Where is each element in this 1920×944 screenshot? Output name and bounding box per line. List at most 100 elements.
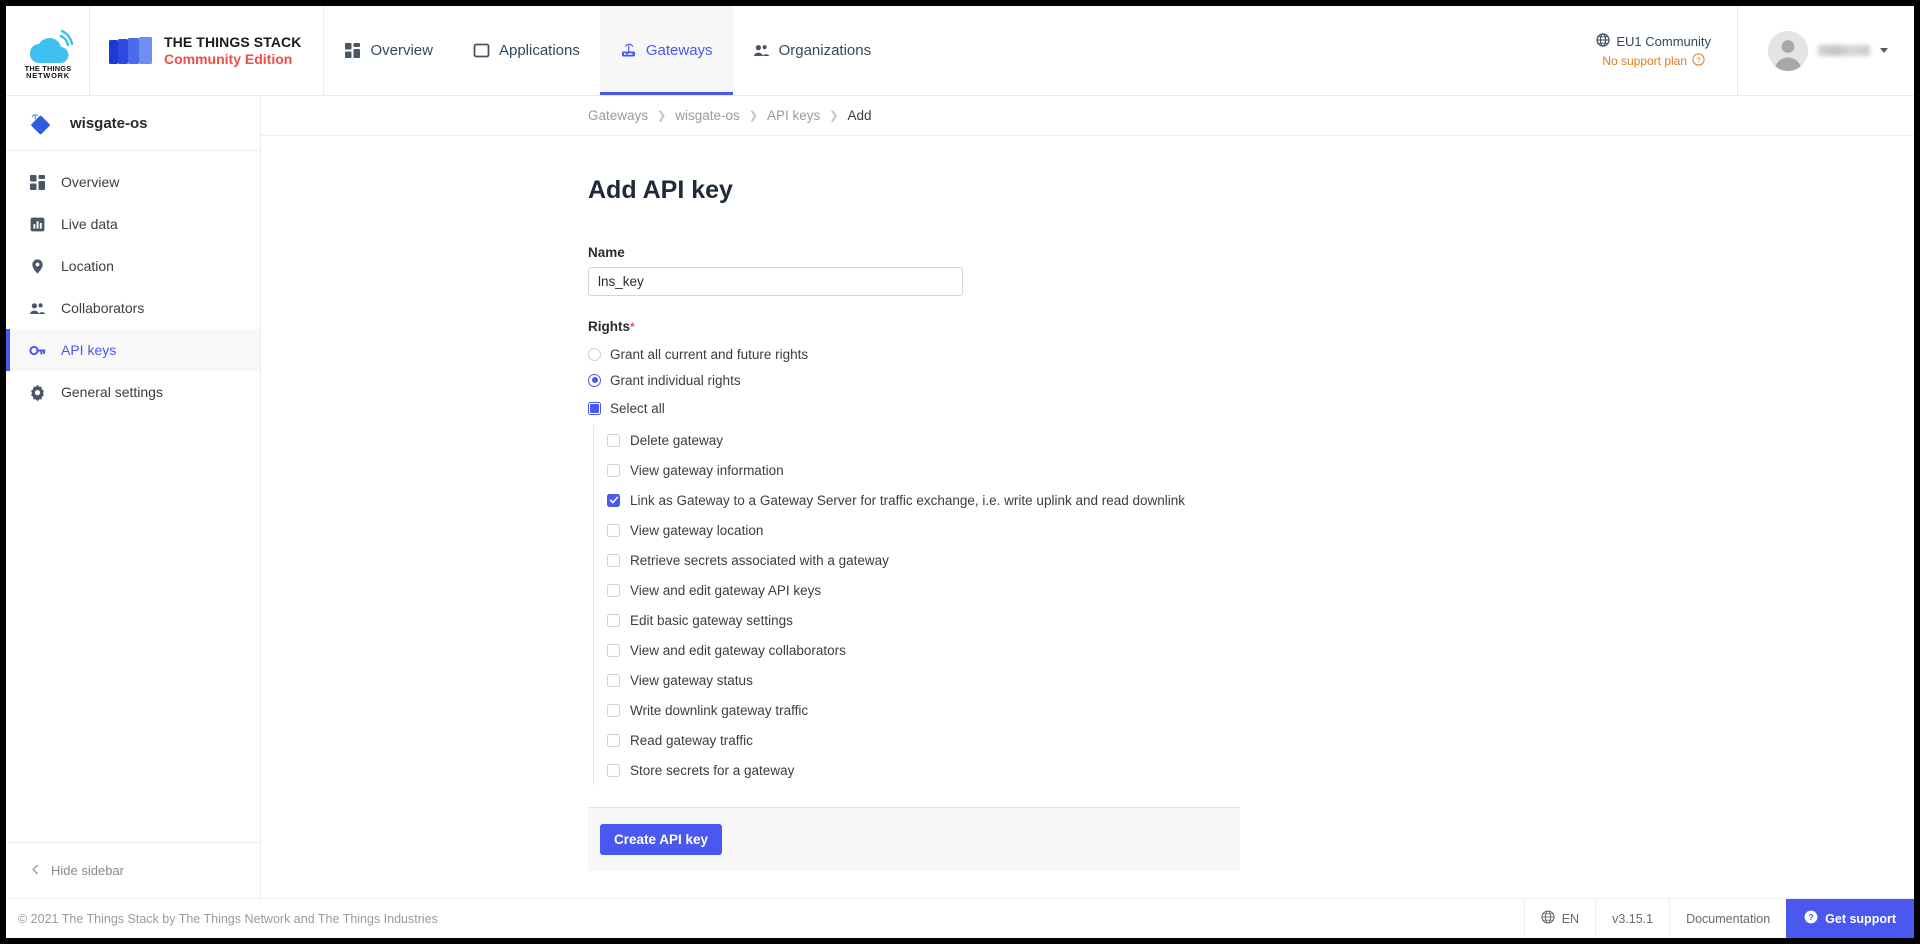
hide-sidebar-button[interactable]: Hide sidebar xyxy=(6,842,260,898)
checkbox-icon[interactable] xyxy=(607,733,620,747)
right-label: Store secrets for a gateway xyxy=(630,762,795,778)
cluster-info: EU1 Community No support plan ? xyxy=(1570,6,1737,95)
chevron-down-icon[interactable] xyxy=(1880,48,1888,53)
right-row-retrieve-secrets[interactable]: Retrieve secrets associated with a gatew… xyxy=(602,545,1240,575)
right-label: View gateway information xyxy=(630,462,784,478)
right-label: View gateway location xyxy=(630,522,764,538)
footer-bar: © 2021 The Things Stack by The Things Ne… xyxy=(6,898,1914,938)
right-row-store-secrets[interactable]: Store secrets for a gateway xyxy=(602,755,1240,785)
radio-label: Grant individual rights xyxy=(610,372,741,388)
location-pin-icon xyxy=(28,257,46,275)
right-row-edit-basic-settings[interactable]: Edit basic gateway settings xyxy=(602,605,1240,635)
checkbox-icon[interactable] xyxy=(607,523,620,537)
right-row-delete-gateway[interactable]: Delete gateway xyxy=(602,425,1240,455)
radio-grant-individual[interactable]: Grant individual rights xyxy=(588,367,1240,393)
breadcrumb-separator: ❯ xyxy=(829,110,839,122)
checkbox-icon[interactable] xyxy=(607,463,620,477)
user-menu[interactable] xyxy=(1737,6,1914,95)
right-row-view-edit-collaborators[interactable]: View and edit gateway collaborators xyxy=(602,635,1240,665)
name-input[interactable] xyxy=(588,267,963,296)
sidebar-item-collaborators[interactable]: Collaborators xyxy=(6,287,260,329)
avatar-icon xyxy=(1768,30,1808,71)
right-label: View and edit gateway collaborators xyxy=(630,642,846,658)
right-row-view-gateway-status[interactable]: View gateway status xyxy=(602,665,1240,695)
checkbox-icon[interactable] xyxy=(607,703,620,717)
radio-icon-checked[interactable] xyxy=(588,373,601,387)
breadcrumb-item-wisgate-os[interactable]: wisgate-os xyxy=(675,108,740,123)
sidebar-item-live-data[interactable]: Live data xyxy=(6,203,260,245)
right-row-view-edit-api-keys[interactable]: View and edit gateway API keys xyxy=(602,575,1240,605)
app-body: wisgate-os Overview Live data Location C… xyxy=(6,96,1914,898)
select-all-label: Select all xyxy=(610,400,665,416)
checkbox-icon[interactable] xyxy=(607,763,620,777)
app-window: THE THINGS NETWORK THE THINGS STACK Comm… xyxy=(6,6,1914,938)
footer-documentation-label: Documentation xyxy=(1686,911,1771,926)
right-row-view-gateway-information[interactable]: View gateway information xyxy=(602,455,1240,485)
breadcrumb-item-gateways[interactable]: Gateways xyxy=(588,108,648,123)
right-label: Write downlink gateway traffic xyxy=(630,702,809,718)
checkbox-indeterminate-icon[interactable] xyxy=(588,401,601,415)
page-content: Add API key Name Rights* Grant all curre… xyxy=(261,136,1914,898)
nav-label-applications: Applications xyxy=(498,42,580,59)
main-content: Gateways ❯ wisgate-os ❯ API keys ❯ Add A… xyxy=(261,96,1914,898)
checkbox-checked-icon[interactable] xyxy=(607,493,620,507)
the-things-stack-logo-cell[interactable]: THE THINGS STACK Community Edition xyxy=(90,6,325,95)
sidebar-item-overview[interactable]: Overview xyxy=(6,161,260,203)
radio-grant-all[interactable]: Grant all current and future rights xyxy=(588,341,1240,367)
right-row-link-as-gateway[interactable]: Link as Gateway to a Gateway Server for … xyxy=(602,485,1240,515)
nav-item-gateways[interactable]: Gateways xyxy=(599,6,733,95)
the-things-network-logo: THE THINGS NETWORK xyxy=(24,29,73,79)
rights-checkbox-list: Delete gateway View gateway information xyxy=(593,425,1240,785)
nav-item-organizations[interactable]: Organizations xyxy=(733,6,892,95)
support-plan-row[interactable]: No support plan ? xyxy=(1602,52,1705,69)
breadcrumb-bar: Gateways ❯ wisgate-os ❯ API keys ❯ Add xyxy=(261,96,1914,136)
checkbox-icon[interactable] xyxy=(607,673,620,687)
right-label: Edit basic gateway settings xyxy=(630,612,793,628)
select-all-checkbox-row[interactable]: Select all xyxy=(588,395,1240,421)
main-nav: Overview Applications Gateways Organizat… xyxy=(324,6,1570,95)
svg-text:?: ? xyxy=(1696,55,1700,64)
nav-item-applications[interactable]: Applications xyxy=(453,6,600,95)
cluster-name: EU1 Community xyxy=(1616,33,1711,49)
right-row-write-downlink-traffic[interactable]: Write downlink gateway traffic xyxy=(602,695,1240,725)
sidebar-item-api-keys[interactable]: API keys xyxy=(6,329,260,371)
radio-icon[interactable] xyxy=(588,347,601,361)
right-label: Read gateway traffic xyxy=(630,732,753,748)
nav-label-organizations: Organizations xyxy=(778,42,872,59)
top-header: THE THINGS NETWORK THE THINGS STACK Comm… xyxy=(6,6,1914,96)
nav-item-overview[interactable]: Overview xyxy=(324,6,453,95)
breadcrumb: Gateways ❯ wisgate-os ❯ API keys ❯ Add xyxy=(588,108,872,123)
checkbox-icon[interactable] xyxy=(607,613,620,627)
right-row-view-gateway-location[interactable]: View gateway location xyxy=(602,515,1240,545)
breadcrumb-separator: ❯ xyxy=(748,110,758,122)
right-label: Delete gateway xyxy=(630,432,724,448)
sidebar-item-location[interactable]: Location xyxy=(6,245,260,287)
stack-logo-line1: THE THINGS STACK xyxy=(164,34,302,51)
checkbox-icon[interactable] xyxy=(607,433,620,447)
right-row-read-gateway-traffic[interactable]: Read gateway traffic xyxy=(602,725,1240,755)
question-circle-icon[interactable]: ? xyxy=(1692,52,1705,69)
checkbox-icon[interactable] xyxy=(607,583,620,597)
question-circle-icon: ? xyxy=(1804,910,1818,927)
ttn-logo-cell[interactable]: THE THINGS NETWORK xyxy=(6,6,90,95)
create-api-key-button[interactable]: Create API key xyxy=(600,824,723,855)
stack-logo-line2: Community Edition xyxy=(164,50,293,67)
submit-panel: Create API key xyxy=(588,807,1240,871)
sidebar-item-label: Location xyxy=(61,258,114,274)
organizations-people-icon xyxy=(753,42,770,59)
footer-get-support-label: Get support xyxy=(1825,911,1896,926)
sidebar-item-label: Overview xyxy=(61,174,120,190)
footer-language-label: EN xyxy=(1561,911,1580,926)
footer-documentation-link[interactable]: Documentation xyxy=(1669,899,1786,938)
sidebar-item-general-settings[interactable]: General settings xyxy=(6,371,260,413)
checkbox-icon[interactable] xyxy=(607,643,620,657)
chevron-left-icon xyxy=(31,863,40,878)
breadcrumb-item-api-keys[interactable]: API keys xyxy=(767,108,820,123)
avatar xyxy=(1768,30,1808,71)
sidebar-item-label: General settings xyxy=(61,384,163,400)
sidebar-entity-header[interactable]: wisgate-os xyxy=(6,96,260,151)
footer-language-selector[interactable]: EN xyxy=(1523,899,1595,938)
footer-get-support-button[interactable]: ? Get support xyxy=(1786,899,1914,938)
footer-copyright: © 2021 The Things Stack by The Things Ne… xyxy=(18,911,438,926)
checkbox-icon[interactable] xyxy=(607,553,620,567)
